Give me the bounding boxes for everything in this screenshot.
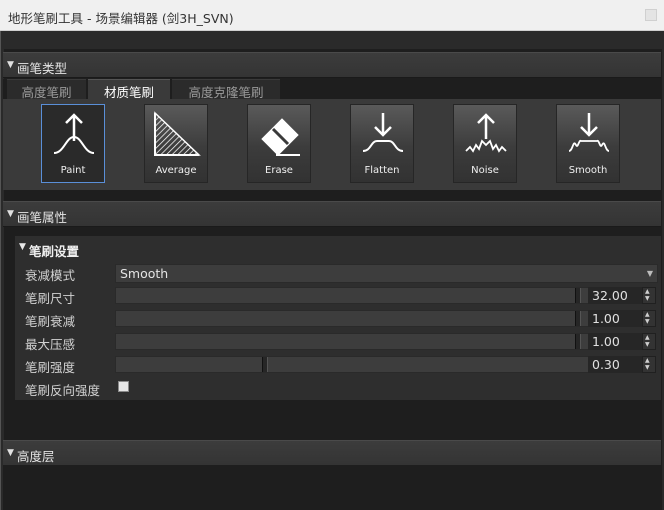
brush-strength-value: 0.30: [592, 357, 620, 372]
invert-strength-label: 笔刷反向强度: [25, 383, 101, 398]
brush-decay-value: 1.00: [592, 311, 620, 326]
brush-panel: Paint Average Erase Flatten Noise Smooth: [3, 99, 661, 190]
max-pressure-value: 1.00: [592, 334, 620, 349]
brush-label: Paint: [60, 165, 86, 176]
slider-handle[interactable]: [262, 357, 268, 372]
slider-handle[interactable]: [575, 311, 581, 326]
brush-settings-header[interactable]: ▼ 笔刷设置: [15, 238, 661, 260]
brush-strength-spinner[interactable]: ▲ ▼: [642, 356, 656, 373]
brush-size-spinner[interactable]: ▲ ▼: [642, 287, 656, 304]
title-bar: 地形笔刷工具 - 场景编辑器 (剑3H_SVN): [0, 0, 664, 31]
falloff-mode-dropdown[interactable]: Smooth ▼: [115, 264, 658, 283]
falloff-mode-label: 衰减模式: [25, 268, 76, 283]
smooth-icon: [568, 113, 610, 152]
brush-strength-input[interactable]: 0.30: [588, 356, 642, 373]
brush-erase[interactable]: Erase: [247, 104, 311, 183]
eraser-icon: [261, 118, 300, 156]
brush-size-input[interactable]: 32.00: [588, 287, 642, 304]
brush-smooth[interactable]: Smooth: [556, 104, 620, 183]
section-height-layer[interactable]: ▼ 高度层: [3, 440, 661, 466]
brush-flatten[interactable]: Flatten: [350, 104, 414, 183]
tab-label: 高度笔刷: [21, 85, 72, 100]
flatten-icon: [362, 113, 404, 152]
brush-label: Erase: [265, 165, 293, 176]
brush-paint[interactable]: Paint: [41, 104, 105, 183]
brush-label: Noise: [471, 165, 499, 176]
brush-decay-row: 笔刷衰减 1.00 ▲ ▼: [22, 308, 658, 329]
max-pressure-input[interactable]: 1.00: [588, 333, 642, 350]
spin-down-icon[interactable]: ▼: [645, 296, 650, 302]
expand-arrow-icon: ▼: [7, 209, 14, 219]
brush-strength-slider[interactable]: [115, 356, 611, 373]
tab-height-clone-brush[interactable]: 高度克隆笔刷: [172, 79, 280, 100]
section-brush-type[interactable]: ▼ 画笔类型: [3, 52, 661, 78]
slider-handle[interactable]: [575, 288, 581, 303]
paint-icon: [53, 113, 95, 154]
tab-label: 高度克隆笔刷: [188, 85, 264, 100]
tab-material-brush[interactable]: 材质笔刷: [88, 79, 170, 100]
section-brush-properties[interactable]: ▼ 画笔属性: [3, 201, 661, 227]
brush-decay-label: 笔刷衰减: [25, 314, 76, 329]
chevron-down-icon: ▼: [646, 269, 653, 278]
slider-handle[interactable]: [575, 334, 581, 349]
spin-down-icon[interactable]: ▼: [645, 319, 650, 325]
brush-size-value: 32.00: [592, 288, 628, 303]
spin-down-icon[interactable]: ▼: [645, 365, 650, 371]
brush-label: Average: [155, 165, 197, 176]
max-pressure-label: 最大压感: [25, 337, 76, 352]
brush-tabs: 高度笔刷 材质笔刷 高度克隆笔刷: [3, 79, 661, 100]
average-icon: [154, 111, 201, 156]
tab-height-brush[interactable]: 高度笔刷: [7, 79, 86, 100]
brush-label: Flatten: [364, 165, 400, 176]
brush-decay-spinner[interactable]: ▲ ▼: [642, 310, 656, 327]
empty-area: [3, 465, 661, 510]
noise-icon: [465, 113, 507, 153]
tab-label: 材质笔刷: [103, 85, 154, 100]
section-label: 画笔属性: [17, 210, 68, 225]
max-pressure-row: 最大压感 1.00 ▲ ▼: [22, 331, 658, 352]
close-button[interactable]: [645, 9, 657, 21]
brush-settings-label: 笔刷设置: [29, 244, 80, 259]
brush-size-row: 笔刷尺寸 32.00 ▲ ▼: [22, 285, 658, 306]
brush-strength-row: 笔刷强度 0.30 ▲ ▼: [22, 354, 658, 375]
brush-size-slider[interactable]: [115, 287, 611, 304]
brush-label: Smooth: [568, 165, 608, 176]
brush-average[interactable]: Average: [144, 104, 208, 183]
falloff-mode-value: Smooth: [120, 266, 169, 281]
invert-strength-checkbox[interactable]: [118, 381, 129, 392]
max-pressure-spinner[interactable]: ▲ ▼: [642, 333, 656, 350]
section-label: 高度层: [17, 449, 55, 464]
brush-decay-input[interactable]: 1.00: [588, 310, 642, 327]
section-label: 画笔类型: [17, 61, 68, 76]
invert-strength-row: 笔刷反向强度: [22, 377, 658, 398]
expand-arrow-icon: ▼: [19, 242, 26, 252]
window-title: 地形笔刷工具 - 场景编辑器 (剑3H_SVN): [8, 11, 234, 26]
brush-decay-slider[interactable]: [115, 310, 611, 327]
expand-arrow-icon: ▼: [7, 448, 14, 458]
spin-down-icon[interactable]: ▼: [645, 342, 650, 348]
falloff-mode-row: 衰减模式 Smooth ▼: [22, 262, 658, 283]
brush-noise[interactable]: Noise: [453, 104, 517, 183]
max-pressure-slider[interactable]: [115, 333, 611, 350]
brush-strength-label: 笔刷强度: [25, 360, 76, 375]
expand-arrow-icon: ▼: [7, 60, 14, 70]
brush-size-label: 笔刷尺寸: [25, 291, 76, 306]
